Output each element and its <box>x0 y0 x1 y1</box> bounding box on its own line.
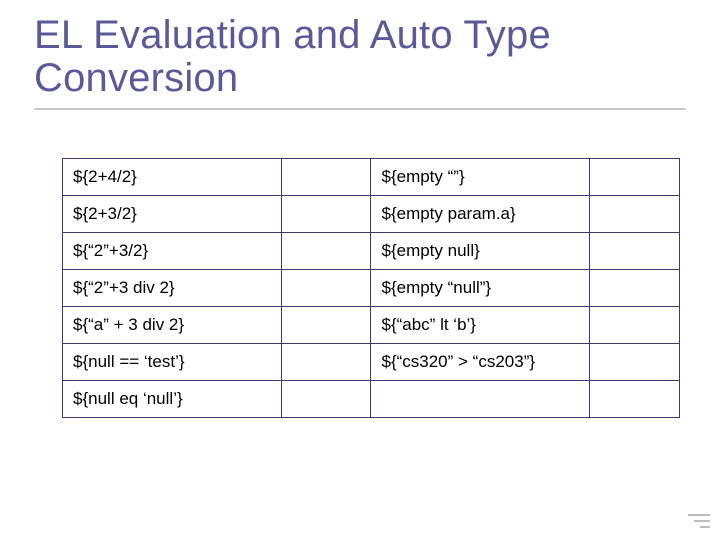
corner-decoration-icon <box>686 508 710 532</box>
table-row: ${2+4/2} ${empty “”} <box>63 159 680 196</box>
slide: EL Evaluation and Auto Type Conversion $… <box>0 0 720 540</box>
result-cell <box>281 307 371 344</box>
expr-cell: ${“2”+3 div 2} <box>63 270 282 307</box>
table-row: ${2+3/2} ${empty param.a} <box>63 196 680 233</box>
result-cell <box>590 307 680 344</box>
result-cell <box>590 159 680 196</box>
expr-cell: ${2+4/2} <box>63 159 282 196</box>
expr-cell: ${null eq ‘null’} <box>63 381 282 418</box>
result-cell <box>590 381 680 418</box>
expr-cell: ${“cs320” > “cs203”} <box>371 344 590 381</box>
result-cell <box>281 159 371 196</box>
table-row: ${null eq ‘null’} <box>63 381 680 418</box>
expr-cell: ${“abc” lt ‘b’} <box>371 307 590 344</box>
table-row: ${“2”+3 div 2} ${empty “null”} <box>63 270 680 307</box>
el-table: ${2+4/2} ${empty “”} ${2+3/2} ${empty pa… <box>62 158 680 418</box>
result-cell <box>590 344 680 381</box>
expr-cell <box>371 381 590 418</box>
table-row: ${null == ‘test’} ${“cs320” > “cs203”} <box>63 344 680 381</box>
expr-cell: ${empty param.a} <box>371 196 590 233</box>
result-cell <box>281 270 371 307</box>
expr-cell: ${“a” + 3 div 2} <box>63 307 282 344</box>
result-cell <box>590 196 680 233</box>
result-cell <box>590 233 680 270</box>
expr-cell: ${null == ‘test’} <box>63 344 282 381</box>
result-cell <box>590 270 680 307</box>
table-row: ${“2”+3/2} ${empty null} <box>63 233 680 270</box>
result-cell <box>281 196 371 233</box>
expr-cell: ${“2”+3/2} <box>63 233 282 270</box>
table-row: ${“a” + 3 div 2} ${“abc” lt ‘b’} <box>63 307 680 344</box>
page-title: EL Evaluation and Auto Type Conversion <box>34 14 686 100</box>
result-cell <box>281 381 371 418</box>
expr-cell: ${empty “null”} <box>371 270 590 307</box>
expr-cell: ${2+3/2} <box>63 196 282 233</box>
table-container: ${2+4/2} ${empty “”} ${2+3/2} ${empty pa… <box>34 158 686 418</box>
title-underline <box>34 108 686 110</box>
result-cell <box>281 233 371 270</box>
expr-cell: ${empty null} <box>371 233 590 270</box>
result-cell <box>281 344 371 381</box>
expr-cell: ${empty “”} <box>371 159 590 196</box>
